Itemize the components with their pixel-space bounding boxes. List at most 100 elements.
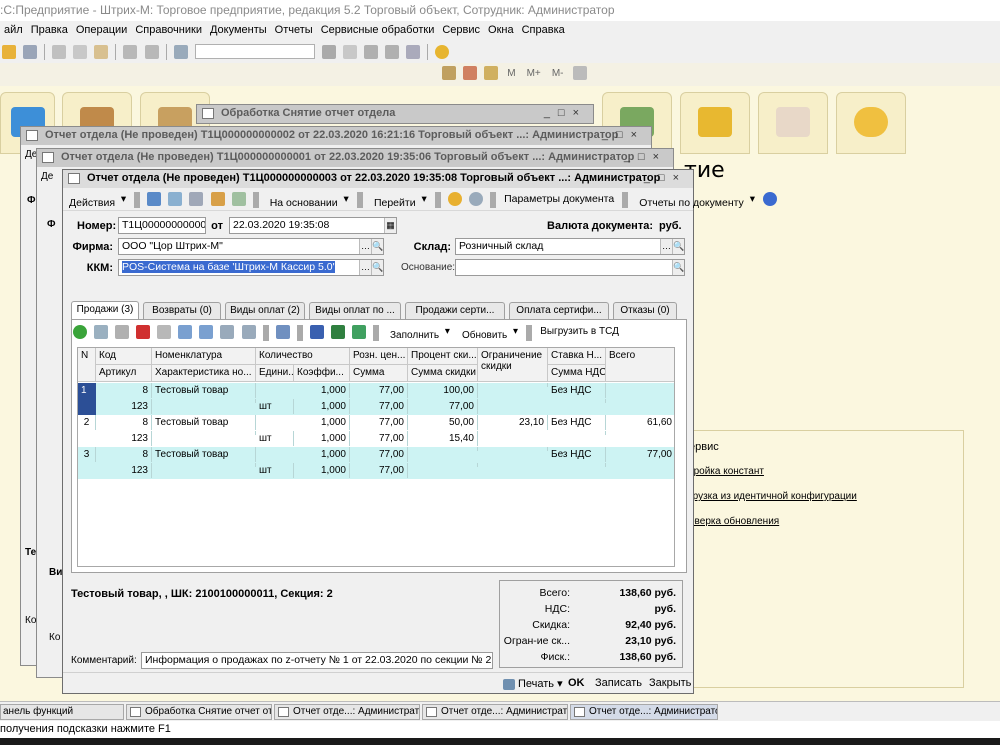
post-icon[interactable] bbox=[147, 192, 162, 206]
desktop-tab-structure[interactable] bbox=[680, 92, 750, 154]
date-field[interactable]: 22.03.2020 19:35:08 ▦ bbox=[229, 217, 397, 234]
memory-button[interactable]: M bbox=[503, 68, 519, 79]
link-settings-constants[interactable]: тройка констант bbox=[689, 466, 764, 477]
web-icon[interactable] bbox=[763, 192, 778, 206]
close-button[interactable]: Закрыть bbox=[649, 677, 691, 689]
select-columns-icon[interactable] bbox=[275, 325, 290, 339]
delete-row-icon[interactable] bbox=[136, 325, 151, 339]
add-row-icon[interactable] bbox=[73, 325, 87, 339]
menu-windows[interactable]: Окна bbox=[484, 21, 518, 36]
select-icon[interactable]: … bbox=[359, 260, 371, 275]
select-icon[interactable]: … bbox=[359, 239, 371, 254]
search-input[interactable] bbox=[194, 44, 315, 59]
link-check-updates[interactable]: оверка обновления bbox=[689, 516, 779, 527]
search-icon[interactable]: 🔍 bbox=[371, 239, 383, 254]
tab-returns[interactable]: Возвраты (0) bbox=[143, 302, 221, 319]
goto-menu[interactable]: Перейти ▾ bbox=[368, 189, 430, 209]
undo-icon[interactable] bbox=[123, 44, 138, 59]
desktop-tab-staff[interactable] bbox=[758, 92, 828, 154]
basis-field[interactable]: 🔍 bbox=[455, 259, 685, 276]
search-icon[interactable]: 🔍 bbox=[672, 260, 684, 275]
col-nomenclature[interactable]: Номенклатура bbox=[152, 348, 256, 365]
align-icon[interactable] bbox=[330, 325, 345, 339]
window-report-3[interactable]: Отчет отдела (Не проведен) Т1Ц0000000000… bbox=[62, 169, 778, 694]
menu-references[interactable]: Справочники bbox=[131, 21, 206, 36]
search-down-icon[interactable] bbox=[321, 44, 336, 59]
fill-menu[interactable]: Заполнить ▾ bbox=[384, 322, 453, 341]
window-title-bar[interactable]: Обработка Снятие отчет отдела _□× bbox=[197, 105, 593, 123]
task-report-processing[interactable]: Обработка Снятие отчет от... bbox=[126, 704, 272, 720]
task-report-3[interactable]: Отчет отде...: Администратор bbox=[570, 704, 718, 720]
end-edit-icon[interactable] bbox=[157, 325, 172, 339]
tab-refusals[interactable]: Отказы (0) bbox=[613, 302, 677, 319]
col-n[interactable]: N bbox=[78, 348, 96, 382]
tab-sales[interactable]: Продажи (3) bbox=[71, 301, 139, 320]
help-icon[interactable] bbox=[447, 192, 462, 206]
window-title-bar[interactable]: Отчет отдела (Не проведен) Т1Ц0000000000… bbox=[63, 170, 693, 188]
col-vat-sum[interactable]: Сумма НДС bbox=[548, 365, 606, 382]
ok-button[interactable]: OK bbox=[568, 677, 585, 689]
menu-help[interactable]: Справка bbox=[518, 21, 569, 36]
task-report-1[interactable]: Отчет отде...: Администратор bbox=[422, 704, 568, 720]
col-quantity[interactable]: Количество bbox=[256, 348, 350, 365]
export-tsd-button[interactable]: Выгрузить в ТСД bbox=[537, 322, 622, 337]
col-coef[interactable]: Коэффи... bbox=[294, 365, 350, 382]
search-back-icon[interactable] bbox=[363, 44, 378, 59]
refresh-menu[interactable]: Обновить ▾ bbox=[456, 322, 521, 341]
sort-desc-icon[interactable] bbox=[241, 325, 256, 339]
menu-service-processing[interactable]: Сервисные обработки bbox=[317, 21, 439, 36]
menu-reports[interactable]: Отчеты bbox=[271, 21, 317, 36]
col-code[interactable]: Код bbox=[96, 348, 152, 365]
actions-menu[interactable]: Действия ▾ bbox=[63, 189, 129, 209]
menu-service[interactable]: Сервис bbox=[438, 21, 484, 36]
window-report-processing[interactable]: Обработка Снятие отчет отдела _□× bbox=[196, 104, 594, 124]
col-total[interactable]: Всего bbox=[606, 348, 674, 382]
based-on-menu[interactable]: На основании ▾ bbox=[264, 189, 352, 209]
search-icon[interactable]: 🔍 bbox=[672, 239, 684, 254]
save-icon[interactable] bbox=[23, 44, 38, 59]
memory-minus-button[interactable]: M- bbox=[548, 68, 568, 79]
copy-row-icon[interactable] bbox=[94, 325, 109, 339]
menu-documents[interactable]: Документы bbox=[206, 21, 271, 36]
col-vat-rate[interactable]: Ставка Н... bbox=[548, 348, 606, 365]
firm-field[interactable]: ООО "Цор Штрих-М"… 🔍 bbox=[118, 238, 384, 255]
window-title-bar[interactable]: Отчет отдела (Не проведен) Т1Ц0000000000… bbox=[37, 149, 673, 167]
menu-file[interactable]: айл bbox=[0, 21, 27, 36]
memory-plus-button[interactable]: M+ bbox=[523, 68, 545, 79]
calendar-icon[interactable]: ▦ bbox=[384, 218, 396, 233]
print-button[interactable]: Печать ▾ bbox=[503, 677, 563, 690]
col-discount-sum[interactable]: Сумма скидки bbox=[408, 365, 478, 382]
col-unit[interactable]: Едини... bbox=[256, 365, 294, 382]
copy-icon[interactable] bbox=[73, 44, 88, 59]
tab-certificate-sales[interactable]: Продажи серти... bbox=[405, 302, 505, 319]
comment-field[interactable]: Информация о продажах по z-отчету № 1 от… bbox=[141, 652, 493, 669]
select-icon[interactable]: … bbox=[660, 239, 672, 254]
sales-table[interactable]: N Код Номенклатура Количество Розн. цен.… bbox=[77, 347, 675, 567]
link-load-from-identical-config[interactable]: грузка из идентичной конфигурации bbox=[689, 491, 857, 502]
sort-asc-icon[interactable] bbox=[220, 325, 235, 339]
col-discount-pct[interactable]: Процент ски... bbox=[408, 348, 478, 365]
tab-payment-types-by[interactable]: Виды оплат по ... bbox=[309, 302, 401, 319]
menu-operations[interactable]: Операции bbox=[72, 21, 131, 36]
paste-icon[interactable] bbox=[94, 44, 109, 59]
document-params-button[interactable]: Параметры документа bbox=[501, 189, 617, 205]
info-icon[interactable] bbox=[435, 44, 450, 59]
edit-doc-icon[interactable] bbox=[210, 192, 225, 206]
history-icon[interactable] bbox=[468, 192, 483, 206]
col-characteristic[interactable]: Характеристика но... bbox=[152, 365, 256, 382]
document-reports-menu[interactable]: Отчеты по документу ▾ bbox=[633, 189, 758, 209]
window-icon[interactable] bbox=[406, 44, 420, 59]
number-field[interactable]: Т1Ц000000000003 bbox=[118, 217, 206, 234]
settings-icon[interactable] bbox=[572, 66, 587, 80]
clear-search-icon[interactable] bbox=[342, 44, 357, 59]
redo-icon[interactable] bbox=[144, 44, 159, 59]
structure-icon[interactable] bbox=[231, 192, 246, 206]
col-sum[interactable]: Сумма bbox=[350, 365, 408, 382]
save-button[interactable]: Записать bbox=[595, 677, 642, 689]
open-icon[interactable] bbox=[2, 44, 16, 59]
kkm-field[interactable]: POS-Система на базе 'Штрих-М Кассир 5.0'… bbox=[118, 259, 384, 276]
tab-certificate-payment[interactable]: Оплата сертифи... bbox=[509, 302, 609, 319]
align-left-icon[interactable] bbox=[309, 325, 324, 339]
desktop-tab-service[interactable] bbox=[836, 92, 906, 154]
move-up-icon[interactable] bbox=[178, 325, 193, 339]
